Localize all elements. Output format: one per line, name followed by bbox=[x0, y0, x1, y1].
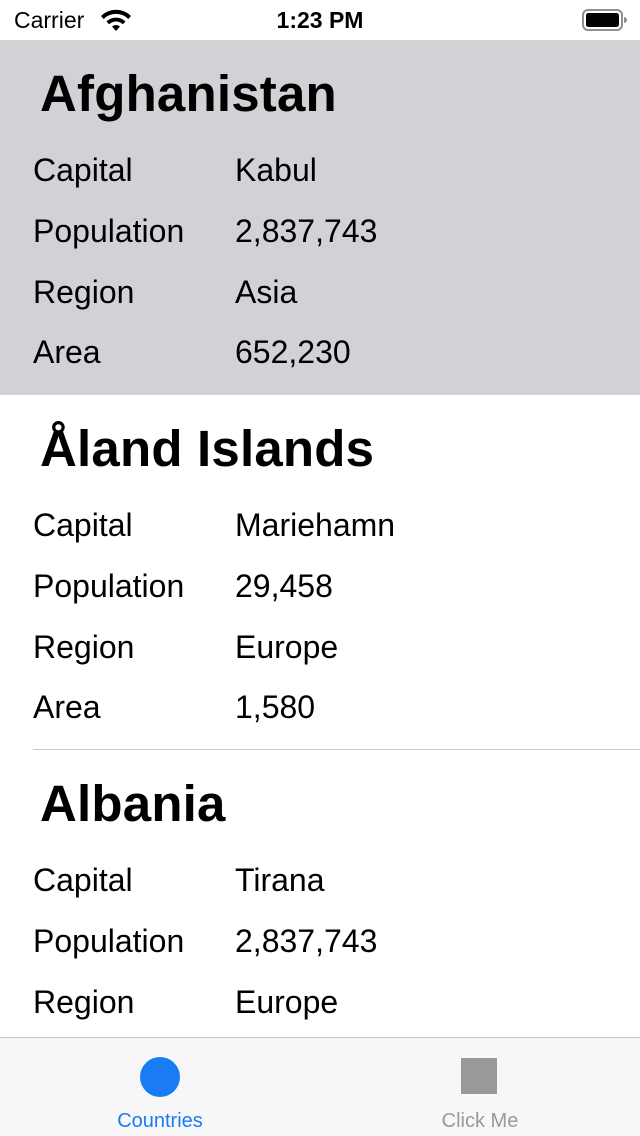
tab-bar: Countries Click Me bbox=[0, 1037, 640, 1136]
population-value: 2,837,743 bbox=[235, 923, 378, 959]
tab-countries[interactable]: Countries bbox=[0, 1038, 320, 1136]
country-list[interactable]: Afghanistan Capital Kabul Population 2,8… bbox=[0, 40, 640, 1038]
capital-label: Capital bbox=[33, 152, 133, 188]
region-row: Region Europe bbox=[33, 627, 633, 667]
capital-row: Capital Kabul bbox=[33, 150, 633, 190]
capital-value: Kabul bbox=[235, 152, 317, 188]
country-name: Afghanistan bbox=[40, 65, 337, 122]
area-label: Area bbox=[33, 334, 101, 370]
square-icon bbox=[461, 1058, 497, 1094]
capital-row: Capital Mariehamn bbox=[33, 505, 633, 545]
population-row: Population 2,837,743 bbox=[33, 921, 633, 961]
area-value: 1,580 bbox=[235, 689, 316, 725]
region-label: Region bbox=[33, 984, 135, 1020]
capital-label: Capital bbox=[33, 507, 133, 543]
region-row: Region Asia bbox=[33, 272, 633, 312]
country-cell-afghanistan[interactable]: Afghanistan Capital Kabul Population 2,8… bbox=[0, 40, 640, 395]
population-label: Population bbox=[33, 568, 185, 604]
population-value: 29,458 bbox=[235, 568, 333, 604]
region-label: Region bbox=[33, 629, 135, 665]
country-name: Åland Islands bbox=[40, 420, 375, 477]
country-cell-albania[interactable]: Albania Capital Tirana Population 2,837,… bbox=[0, 750, 640, 1038]
capital-row: Capital Tirana bbox=[33, 860, 633, 900]
region-row: Region Europe bbox=[33, 982, 633, 1022]
tab-countries-label: Countries bbox=[117, 1110, 203, 1132]
capital-value: Mariehamn bbox=[235, 507, 396, 543]
population-row: Population 29,458 bbox=[33, 566, 633, 606]
population-row: Population 2,837,743 bbox=[33, 211, 633, 251]
app-screen: Carrier 1:23 PM Afghanistan Capital Kabu… bbox=[0, 0, 640, 1136]
population-label: Population bbox=[33, 923, 185, 959]
area-row: Area 1,580 bbox=[33, 687, 633, 727]
area-label: Area bbox=[33, 689, 101, 725]
status-bar: Carrier 1:23 PM bbox=[0, 0, 640, 40]
capital-value: Tirana bbox=[235, 862, 325, 898]
battery-full-icon bbox=[582, 8, 628, 32]
tab-click-me-label: Click Me bbox=[441, 1110, 519, 1132]
area-row: Area 652,230 bbox=[33, 332, 633, 372]
region-label: Region bbox=[33, 274, 135, 310]
region-value: Asia bbox=[235, 274, 298, 310]
region-value: Europe bbox=[235, 629, 339, 665]
circle-icon bbox=[140, 1057, 180, 1097]
population-value: 2,837,743 bbox=[235, 213, 378, 249]
country-cell-aland-islands[interactable]: Åland Islands Capital Mariehamn Populati… bbox=[0, 395, 640, 750]
region-value: Europe bbox=[235, 984, 339, 1020]
population-label: Population bbox=[33, 213, 185, 249]
status-time: 1:23 PM bbox=[276, 7, 364, 33]
country-name: Albania bbox=[40, 775, 226, 832]
tab-click-me[interactable]: Click Me bbox=[320, 1038, 640, 1136]
area-value: 652,230 bbox=[235, 334, 351, 370]
capital-label: Capital bbox=[33, 862, 133, 898]
